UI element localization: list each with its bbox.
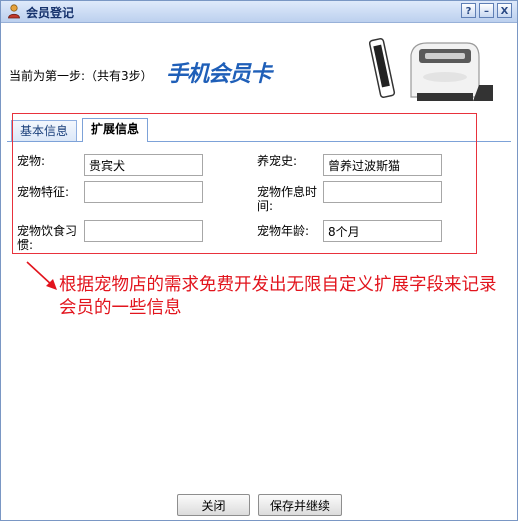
pet-features-field[interactable] xyxy=(84,181,203,203)
close-button[interactable]: 关闭 xyxy=(177,494,250,516)
pet-diet-field[interactable] xyxy=(84,220,203,242)
tab-strip: 基本信息 扩展信息 xyxy=(7,118,511,142)
pet-history-field[interactable] xyxy=(323,154,442,176)
close-window-button[interactable]: X xyxy=(497,3,512,18)
tab-extended-info[interactable]: 扩展信息 xyxy=(82,118,149,142)
pet-age-field[interactable] xyxy=(323,220,442,242)
pet-diet-label: 宠物饮食习惯: xyxy=(17,224,78,252)
pet-schedule-field[interactable] xyxy=(323,181,442,203)
pet-age-label: 宠物年龄: xyxy=(257,224,310,238)
mobile-membership-card-logo: 手机会员卡 xyxy=(166,56,286,91)
pet-schedule-label: 宠物作息时间: xyxy=(257,185,318,213)
tab-basic-info[interactable]: 基本信息 xyxy=(11,120,78,141)
help-button[interactable]: ? xyxy=(461,3,476,18)
extended-info-panel: 宠物: 养宠史: 宠物特征: 宠物作息时间: 宠物饮食习惯: 宠物年龄: xyxy=(7,142,511,258)
annotation-arrow-icon xyxy=(26,261,57,290)
card-reader-device-icon xyxy=(369,37,493,101)
pet-label: 宠物: xyxy=(17,154,46,168)
save-and-continue-button[interactable]: 保存并继续 xyxy=(258,494,342,516)
user-icon xyxy=(8,4,20,19)
pet-history-label: 养宠史: xyxy=(257,154,298,168)
annotation-text: 根据宠物店的需求免费开发出无限自定义扩展字段来记录会员的一些信息 xyxy=(59,275,497,318)
pet-field[interactable] xyxy=(84,154,203,176)
title-bar[interactable]: 会员登记 ? – X xyxy=(1,1,517,23)
step-indicator: 当前为第一步:（共有3步） xyxy=(9,69,153,83)
pet-features-label: 宠物特征: xyxy=(17,185,70,199)
minimize-button[interactable]: – xyxy=(479,3,494,18)
brand-logo-text: 手机会员卡 xyxy=(166,62,272,87)
member-registration-dialog: 会员登记 ? – X 当前为第一步:（共有3步） 手机会员卡 基本信息 扩展信息… xyxy=(0,0,518,521)
tab-container: 基本信息 扩展信息 宠物: 养宠史: 宠物特征: 宠物作息时间: 宠物饮食习惯:… xyxy=(7,118,511,258)
window-title: 会员登记 xyxy=(26,6,75,20)
